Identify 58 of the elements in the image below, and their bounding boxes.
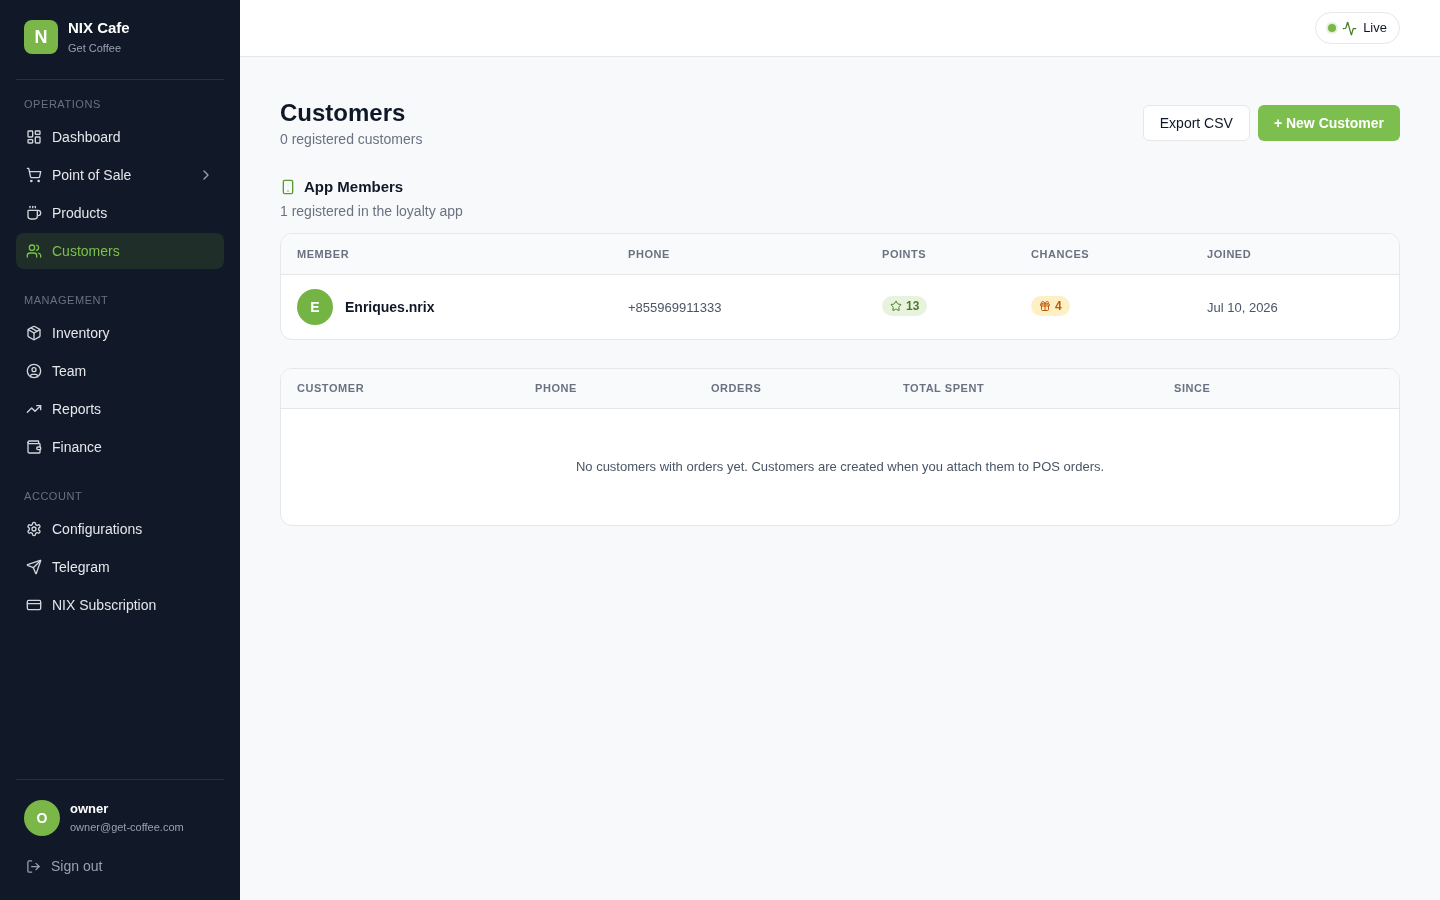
nav-item[interactable]: Dashboard (16, 119, 224, 155)
user-name: owner (70, 801, 110, 817)
member-avatar: E (297, 289, 333, 325)
column-header: TOTAL SPENT (902, 381, 986, 397)
page-title: Customers (280, 98, 407, 128)
nav-item[interactable]: Reports (16, 391, 224, 427)
column-header: POINTS (881, 246, 928, 262)
column-header: ORDERS (710, 381, 763, 397)
user-circle-icon (26, 363, 42, 379)
nav-item[interactable]: Configurations (16, 511, 224, 547)
column-header: MEMBER (296, 246, 351, 262)
user-email: owner@get-coffee.com (70, 820, 184, 835)
chances-value: 4 (1055, 298, 1062, 314)
nav-item[interactable]: Customers (16, 233, 224, 269)
member-name: Enriques.nrix (345, 298, 435, 317)
logo-mark: N (24, 20, 58, 54)
sign-out-button[interactable]: Sign out (16, 848, 224, 884)
phone-number: +855969911333 (628, 300, 722, 315)
column-header: JOINED (1206, 246, 1253, 262)
status-label: Live (1363, 19, 1387, 38)
cart-icon (26, 167, 42, 183)
nav-item[interactable]: Finance (16, 429, 224, 465)
pulse-icon (1342, 20, 1358, 36)
box-icon (26, 325, 42, 341)
paper-plane-icon (26, 559, 42, 575)
page-subtitle: 0 registered customers (280, 130, 423, 149)
nav-item[interactable]: Inventory (16, 315, 224, 351)
nav-item[interactable]: Team (16, 353, 224, 389)
section-subtitle: 1 registered in the loyalty app (280, 202, 464, 221)
export-button[interactable]: Export CSV (1142, 105, 1250, 141)
star-icon (890, 300, 902, 312)
nav-item[interactable]: Point of Sale (16, 157, 224, 193)
user-avatar: O (24, 800, 60, 836)
column-header: SINCE (1173, 381, 1212, 397)
joined-date: Jul 10, 2026 (1207, 300, 1278, 315)
settings-icon (26, 521, 42, 537)
column-header: CHANCES (1030, 246, 1091, 262)
empty-state-message: No customers with orders yet. Customers are created when you attach them to POS orders. (575, 458, 1105, 476)
grid-icon (26, 129, 42, 145)
gift-icon (1039, 300, 1051, 312)
brand-subtitle: Get Coffee (68, 41, 122, 56)
users-icon (26, 243, 42, 259)
section-label: ACCOUNT (23, 489, 84, 504)
cup-icon (26, 205, 42, 221)
column-header: PHONE (534, 381, 578, 397)
card-icon (26, 597, 42, 613)
nav-item[interactable]: Telegram (16, 549, 224, 585)
section-title: App Members (304, 177, 404, 197)
wallet-icon (26, 439, 42, 455)
smartphone-icon (280, 179, 296, 195)
column-header: CUSTOMER (296, 381, 366, 397)
points-value: 13 (906, 298, 920, 314)
section-label: MANAGEMENT (23, 293, 110, 308)
nav-item[interactable]: NIX Subscription (16, 587, 224, 623)
section-label: OPERATIONS (23, 97, 102, 112)
brand-name: NIX Cafe (68, 18, 130, 38)
column-header: PHONE (627, 246, 671, 262)
nav-item[interactable]: Products (16, 195, 224, 231)
